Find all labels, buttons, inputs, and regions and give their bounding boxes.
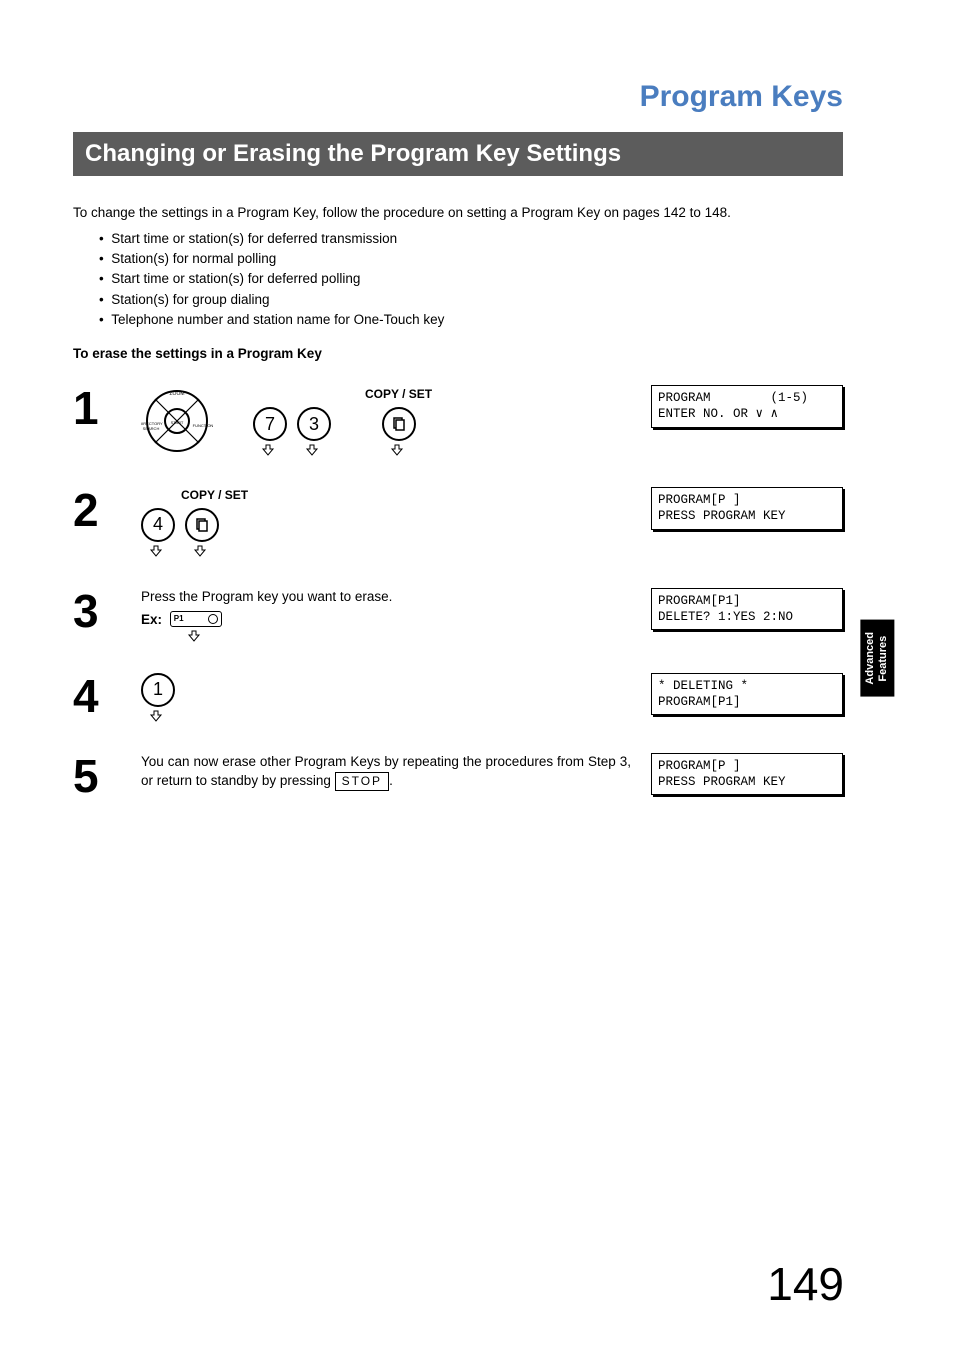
lcd-display: PROGRAM (1-5) ENTER NO. OR ∨ ∧ [651,385,843,428]
section-heading: Changing or Erasing the Program Key Sett… [73,132,843,176]
bullet-item: Start time or station(s) for deferred tr… [99,229,843,249]
bullet-item: Telephone number and station name for On… [99,310,843,330]
lcd-display: * DELETING * PROGRAM[P1] [651,673,843,716]
svg-text:ZOOM: ZOOM [170,391,185,397]
key-7: 7 [253,407,287,457]
page-number: 149 [767,1257,844,1311]
program-key-p1: P1 [170,611,222,627]
svg-text:START: START [171,420,184,425]
copy-set-key [185,508,219,558]
lcd-display: PROGRAM[P ] PRESS PROGRAM KEY [651,753,843,796]
memory-indicator-icon [208,614,218,624]
copy-set-key: COPY / SET [365,386,432,457]
bullet-item: Start time or station(s) for deferred po… [99,269,843,289]
step-4: 4 1 * DELETING * PROGRAM[P1] [73,673,843,723]
step-number: 2 [73,487,141,533]
key-3: 3 [297,407,331,457]
press-hand-icon [148,544,168,558]
press-hand-icon [389,443,409,457]
bullet-list: Start time or station(s) for deferred tr… [99,229,843,330]
step-number: 5 [73,753,141,799]
subheading: To erase the settings in a Program Key [73,346,843,361]
copy-set-label: COPY / SET [181,487,248,504]
step-number: 4 [73,673,141,719]
stop-key: STOP [335,772,389,791]
press-hand-icon [260,443,280,457]
intro-text: To change the settings in a Program Key,… [73,204,843,223]
press-hand-icon [304,443,324,457]
step-5: 5 You can now erase other Program Keys b… [73,753,843,799]
step-5-text-b: . [389,773,393,788]
function-navpad-icon: ZOOM DIRECTORY SEARCH FUNCTION START [141,385,213,457]
key-4: 4 [141,508,175,558]
svg-text:SEARCH: SEARCH [143,426,160,431]
svg-text:FUNCTION: FUNCTION [193,423,213,428]
lcd-display: PROGRAM[P ] PRESS PROGRAM KEY [651,487,843,530]
step-1: 1 ZOOM DIRECTORY SEARCH FUNCTION [73,385,843,457]
copy-set-icon [391,416,407,432]
press-hand-icon [186,629,206,643]
step-3: 3 Press the Program key you want to eras… [73,588,843,643]
copy-set-icon [194,517,210,533]
lcd-display: PROGRAM[P1] DELETE? 1:YES 2:NO [651,588,843,631]
side-tab: Advanced Features [860,620,894,697]
step-number: 3 [73,588,141,634]
press-hand-icon [192,544,212,558]
key-1: 1 [141,673,175,723]
press-hand-icon [148,709,168,723]
page-title: Program Keys [73,80,843,114]
step-number: 1 [73,385,141,431]
bullet-item: Station(s) for group dialing [99,290,843,310]
bullet-item: Station(s) for normal polling [99,249,843,269]
step-3-text: Press the Program key you want to erase. [141,588,631,607]
example-label: Ex: [141,611,162,630]
step-2: 2 COPY / SET 4 [73,487,843,558]
